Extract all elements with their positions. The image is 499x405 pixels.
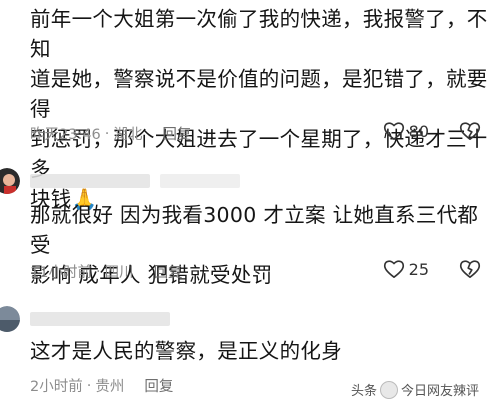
comment-thread: 前年一个大姐第一次偷了我的快递，我报警了，不知 道是她，警察说不是价值的问题，是… xyxy=(0,0,499,405)
comment-meta: 2小时前 · 贵州 回复 xyxy=(30,375,173,396)
reply-button[interactable]: 回复 xyxy=(162,123,191,144)
meta-separator: · xyxy=(86,377,92,394)
comment-time: 昨天23:46 xyxy=(30,127,101,143)
comment-line: 道是她，警察说不是价值的问题，是犯错了，就要得 xyxy=(30,67,488,121)
dislike-button[interactable] xyxy=(459,121,481,145)
broken-heart-icon xyxy=(459,122,481,140)
blurred-username xyxy=(30,312,170,326)
comment-time: 2小时前 xyxy=(30,379,83,395)
comment-location: 贵州 xyxy=(95,379,125,395)
like-count: 25 xyxy=(408,259,429,279)
comment-line: 那就很好 因为我看3000 才立案 让她直系三代都受 xyxy=(30,203,479,257)
meta-separator: · xyxy=(104,125,110,142)
comment-author-row xyxy=(0,168,499,194)
like-button[interactable]: 25 xyxy=(383,259,429,279)
comment-line: 前年一个大姐第一次偷了我的快递，我报警了，不知 xyxy=(30,7,488,61)
watermark-name: 今日网友辣评 xyxy=(400,384,479,399)
comment-line: 这才是人民的警察，是正义的化身 xyxy=(30,339,342,363)
comment-location: 湖北 xyxy=(113,127,143,143)
like-button[interactable]: 80 xyxy=(383,121,429,141)
account-avatar-icon xyxy=(379,380,398,399)
dislike-button[interactable] xyxy=(459,259,481,283)
blurred-username xyxy=(160,174,240,188)
watermark: 头条 今日网友辣评 xyxy=(350,380,479,399)
comment-author-row xyxy=(0,306,499,332)
watermark-prefix: 头条 xyxy=(350,384,377,399)
like-count: 80 xyxy=(408,121,429,141)
comment-meta: 昨天23:46 · 湖北 回复 xyxy=(30,123,191,144)
meta-separator: · xyxy=(95,263,101,280)
comment-time: 11小时前 xyxy=(30,265,92,281)
comment-meta: 11小时前 · 四川 回复 xyxy=(30,261,183,282)
avatar[interactable] xyxy=(0,306,20,332)
avatar[interactable] xyxy=(0,168,20,194)
reply-button[interactable]: 回复 xyxy=(144,375,173,396)
heart-outline-icon xyxy=(383,260,404,278)
broken-heart-icon xyxy=(459,260,481,278)
reply-button[interactable]: 回复 xyxy=(154,261,183,282)
blurred-username xyxy=(30,174,150,188)
comment-text: 这才是人民的警察，是正义的化身 xyxy=(30,336,492,366)
comment-location: 四川 xyxy=(104,265,134,281)
heart-outline-icon xyxy=(383,122,404,140)
